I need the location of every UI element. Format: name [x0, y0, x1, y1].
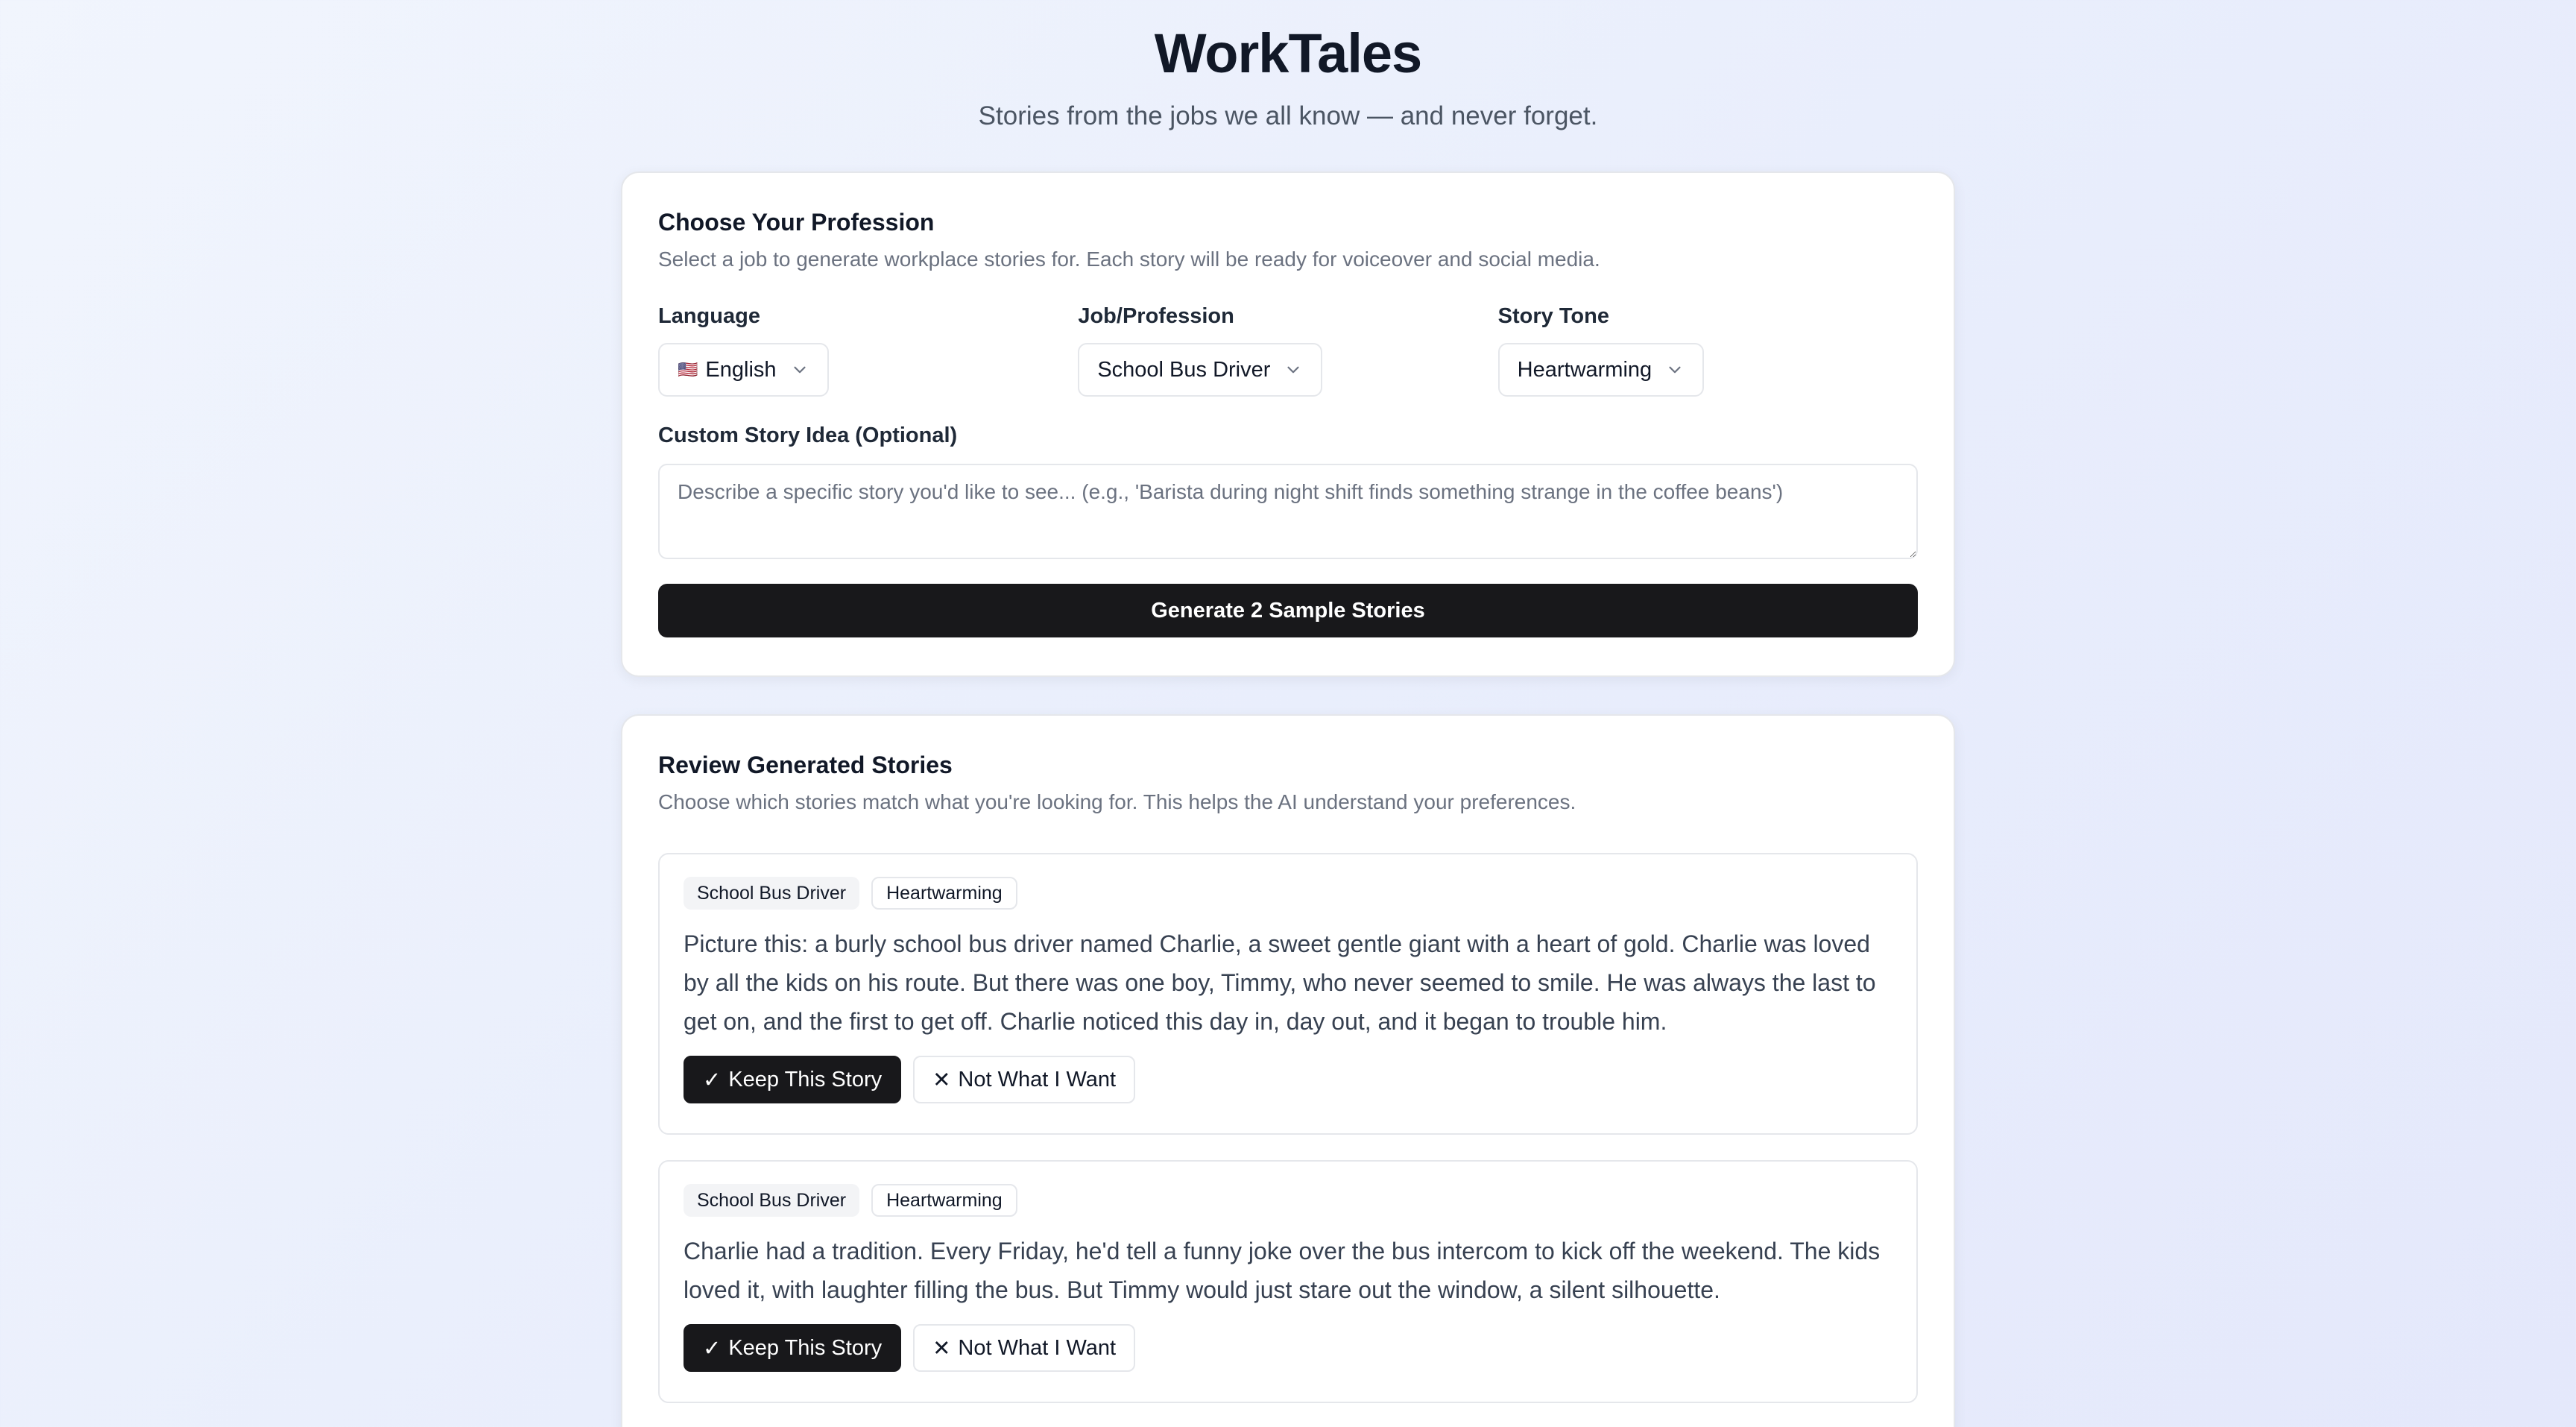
tone-tag: Heartwarming: [871, 877, 1017, 910]
job-field: Job/Profession School Bus Driver: [1078, 303, 1497, 397]
profession-card-title: Choose Your Profession: [658, 209, 935, 236]
job-tag: School Bus Driver: [684, 877, 860, 910]
reject-story-button[interactable]: ✕ Not What I Want: [913, 1056, 1136, 1103]
reject-story-button[interactable]: ✕ Not What I Want: [913, 1324, 1136, 1372]
keep-story-button[interactable]: ✓ Keep This Story: [684, 1324, 902, 1372]
check-icon: ✓: [703, 1336, 722, 1361]
generate-stories-button[interactable]: Generate 2 Sample Stories: [658, 584, 1918, 637]
story-text: Charlie had a tradition. Every Friday, h…: [684, 1238, 1881, 1303]
story-card: School Bus Driver Heartwarming Charlie h…: [658, 1160, 1918, 1403]
job-select[interactable]: School Bus Driver: [1078, 343, 1323, 397]
reject-story-label: Not What I Want: [958, 1335, 1117, 1360]
chevron-down-icon: [1669, 366, 1681, 374]
story-tags: School Bus Driver Heartwarming: [684, 877, 1892, 910]
reject-story-label: Not What I Want: [958, 1067, 1117, 1091]
tone-select[interactable]: Heartwarming: [1497, 343, 1705, 397]
tone-tag: Heartwarming: [871, 1184, 1017, 1217]
custom-story-label: Custom Story Idea (Optional): [658, 423, 958, 447]
app-subtitle: Stories from the jobs we all know — and …: [978, 101, 1598, 130]
profession-fields: Language 🇺🇸 English Job/Profession Schoo…: [658, 303, 1918, 397]
job-tag: School Bus Driver: [684, 1184, 860, 1217]
story-tags: School Bus Driver Heartwarming: [684, 1184, 1892, 1217]
check-icon: ✓: [703, 1068, 722, 1092]
story-text: Picture this: a burly school bus driver …: [684, 930, 1876, 1035]
us-flag-icon: 🇺🇸: [678, 360, 698, 379]
review-card-description: Choose which stories match what you're l…: [658, 790, 1576, 813]
profession-card-description: Select a job to generate workplace stori…: [658, 248, 1600, 271]
review-card: Review Generated Stories Choose which st…: [621, 714, 1955, 1427]
language-value: English: [705, 357, 777, 382]
keep-story-label: Keep This Story: [728, 1335, 883, 1360]
review-card-title: Review Generated Stories: [658, 752, 953, 778]
tone-value: Heartwarming: [1517, 357, 1652, 382]
close-icon: ✕: [932, 1068, 951, 1092]
language-field: Language 🇺🇸 English: [658, 303, 1078, 397]
keep-story-label: Keep This Story: [728, 1067, 883, 1091]
tone-label: Story Tone: [1497, 304, 1609, 328]
keep-story-button[interactable]: ✓ Keep This Story: [684, 1056, 902, 1103]
story-card: School Bus Driver Heartwarming Picture t…: [658, 853, 1918, 1135]
chevron-down-icon: [1287, 366, 1300, 374]
close-icon: ✕: [932, 1336, 951, 1361]
chevron-down-icon: [793, 366, 806, 374]
job-label: Job/Profession: [1078, 304, 1234, 328]
story-actions: ✓ Keep This Story ✕ Not What I Want: [684, 1056, 1892, 1103]
story-actions: ✓ Keep This Story ✕ Not What I Want: [684, 1324, 1892, 1372]
job-value: School Bus Driver: [1097, 357, 1271, 382]
profession-card: Choose Your Profession Select a job to g…: [621, 171, 1955, 677]
app-title: WorkTales: [1154, 22, 1422, 84]
language-label: Language: [658, 304, 760, 328]
custom-story-input[interactable]: [658, 464, 1918, 559]
tone-field: Story Tone Heartwarming: [1497, 303, 1918, 397]
language-select[interactable]: 🇺🇸 English: [658, 343, 829, 397]
page-header: WorkTales Stories from the jobs we all k…: [0, 0, 2576, 133]
